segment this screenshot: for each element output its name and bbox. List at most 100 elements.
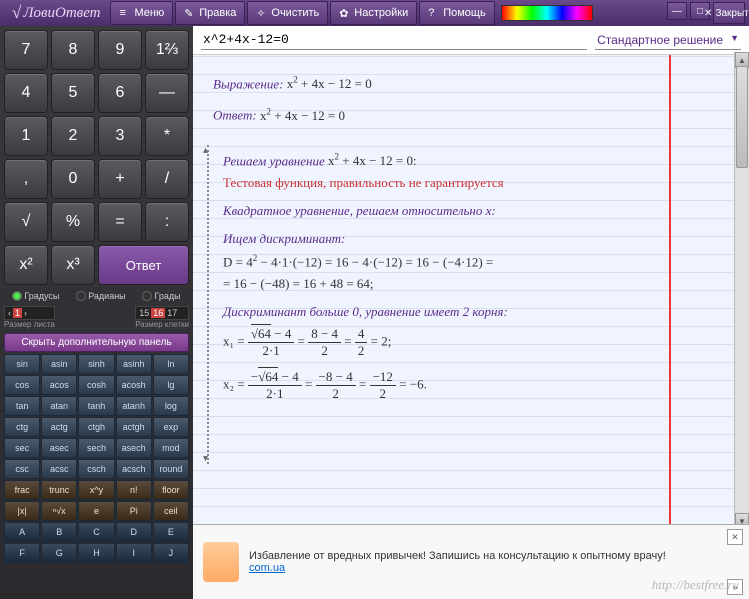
fn-key-A[interactable]: A: [4, 522, 40, 542]
fn-key-acsc[interactable]: acsc: [41, 459, 77, 479]
fn-key-ceil[interactable]: ceil: [153, 501, 189, 521]
fn-key-xy[interactable]: x^y: [78, 480, 114, 500]
hide-panel-button[interactable]: Скрыть дополнительную панель: [4, 333, 189, 352]
fn-key-acosh[interactable]: acosh: [116, 375, 152, 395]
key-8[interactable]: 8: [51, 30, 95, 70]
fn-key-mod[interactable]: mod: [153, 438, 189, 458]
expression-input[interactable]: [201, 30, 587, 50]
key-comma[interactable]: ,: [4, 159, 48, 199]
fn-key-tan[interactable]: tan: [4, 396, 40, 416]
fn-key-atanh[interactable]: atanh: [116, 396, 152, 416]
fn-key-I[interactable]: I: [116, 543, 152, 563]
minimize-button[interactable]: —: [667, 2, 687, 20]
discriminant-line1: D = 42 − 4·1·(−12) = 16 − 4·(−12) = 16 −…: [223, 253, 729, 270]
fn-key-x[interactable]: |x|: [4, 501, 40, 521]
settings-button[interactable]: ✿Настройки: [330, 1, 417, 25]
help-button[interactable]: ?Помощь: [419, 1, 495, 25]
fn-key-e[interactable]: e: [78, 501, 114, 521]
fn-key-exp[interactable]: exp: [153, 417, 189, 437]
collapse-arrow-top-icon[interactable]: ▴: [203, 145, 208, 156]
key-3[interactable]: 3: [98, 116, 142, 156]
fn-key-sech[interactable]: sech: [78, 438, 114, 458]
menu-icon: ≡: [119, 7, 131, 19]
sheet-size-spinner[interactable]: ‹1›: [4, 306, 55, 320]
fn-key-G[interactable]: G: [41, 543, 77, 563]
fn-key-atan[interactable]: atan: [41, 396, 77, 416]
ad-close-button[interactable]: ✕: [727, 529, 743, 545]
close-icon: ✕: [704, 8, 712, 19]
key-answer[interactable]: Ответ: [98, 245, 189, 285]
fn-key-Pi[interactable]: Pi: [116, 501, 152, 521]
fn-key-asech[interactable]: asech: [116, 438, 152, 458]
key-xsq[interactable]: x²: [4, 245, 48, 285]
fn-key-x[interactable]: ⁿ√x: [41, 501, 77, 521]
collapse-arrow-bottom-icon[interactable]: ▴: [203, 453, 208, 464]
ad-link[interactable]: com.ua: [249, 562, 285, 574]
fn-key-sin[interactable]: sin: [4, 354, 40, 374]
key-1[interactable]: 1: [4, 116, 48, 156]
fn-key-floor[interactable]: floor: [153, 480, 189, 500]
key-multiply[interactable]: *: [145, 116, 189, 156]
fn-key-J[interactable]: J: [153, 543, 189, 563]
key-equals[interactable]: =: [98, 202, 142, 242]
radio-degrees[interactable]: Градусы: [12, 291, 59, 301]
fn-key-B[interactable]: B: [41, 522, 77, 542]
fn-key-trunc[interactable]: trunc: [41, 480, 77, 500]
fn-key-acsch[interactable]: acsch: [116, 459, 152, 479]
fn-key-D[interactable]: D: [116, 522, 152, 542]
key-plus[interactable]: +: [98, 159, 142, 199]
fn-key-sinh[interactable]: sinh: [78, 354, 114, 374]
fn-key-cosh[interactable]: cosh: [78, 375, 114, 395]
fn-key-sec[interactable]: sec: [4, 438, 40, 458]
vertical-scrollbar[interactable]: ▲ ▼: [734, 52, 749, 529]
cell-size-spinner[interactable]: 151617: [135, 306, 189, 320]
fn-key-ln[interactable]: ln: [153, 354, 189, 374]
fn-key-acos[interactable]: acos: [41, 375, 77, 395]
edit-button[interactable]: ✎Правка: [175, 1, 245, 25]
fn-key-C[interactable]: C: [78, 522, 114, 542]
scroll-thumb[interactable]: [736, 66, 748, 168]
fn-key-tanh[interactable]: tanh: [78, 396, 114, 416]
fn-key-F[interactable]: F: [4, 543, 40, 563]
close-button[interactable]: ✕Закрыть: [713, 2, 745, 24]
color-spectrum[interactable]: [501, 5, 593, 21]
fn-key-asinh[interactable]: asinh: [116, 354, 152, 374]
key-percent[interactable]: %: [51, 202, 95, 242]
fn-key-cos[interactable]: cos: [4, 375, 40, 395]
key-sqrt[interactable]: √: [4, 202, 48, 242]
fn-key-asec[interactable]: asec: [41, 438, 77, 458]
solution-mode-select[interactable]: Стандартное решение: [595, 31, 741, 50]
fn-key-actg[interactable]: actg: [41, 417, 77, 437]
key-fraction[interactable]: 1⅔: [145, 30, 189, 70]
key-4[interactable]: 4: [4, 73, 48, 113]
fn-key-ctgh[interactable]: ctgh: [78, 417, 114, 437]
radio-radians[interactable]: Радианы: [76, 291, 125, 301]
key-9[interactable]: 9: [98, 30, 142, 70]
fn-key-frac[interactable]: frac: [4, 480, 40, 500]
fn-key-E[interactable]: E: [153, 522, 189, 542]
clear-button[interactable]: ✧Очистить: [247, 1, 328, 25]
fn-key-csc[interactable]: csc: [4, 459, 40, 479]
radio-grads[interactable]: Грады: [142, 291, 180, 301]
key-xcb[interactable]: x³: [51, 245, 95, 285]
fn-key-asin[interactable]: asin: [41, 354, 77, 374]
key-2[interactable]: 2: [51, 116, 95, 156]
fn-key-csch[interactable]: csch: [78, 459, 114, 479]
key-6[interactable]: 6: [98, 73, 142, 113]
fn-key-log[interactable]: log: [153, 396, 189, 416]
expression-value: x2 + 4x − 12 = 0: [287, 76, 372, 91]
fn-key-H[interactable]: H: [78, 543, 114, 563]
key-minus[interactable]: —: [145, 73, 189, 113]
key-colon[interactable]: :: [145, 202, 189, 242]
fn-key-lg[interactable]: lg: [153, 375, 189, 395]
fn-key-actgh[interactable]: actgh: [116, 417, 152, 437]
key-5[interactable]: 5: [51, 73, 95, 113]
key-7[interactable]: 7: [4, 30, 48, 70]
key-divide[interactable]: /: [145, 159, 189, 199]
fn-key-ctg[interactable]: ctg: [4, 417, 40, 437]
ad-text: Избавление от вредных привычек! Запишись…: [249, 550, 666, 562]
menu-button[interactable]: ≡Меню: [110, 1, 173, 25]
fn-key-n[interactable]: n!: [116, 480, 152, 500]
fn-key-round[interactable]: round: [153, 459, 189, 479]
key-0[interactable]: 0: [51, 159, 95, 199]
